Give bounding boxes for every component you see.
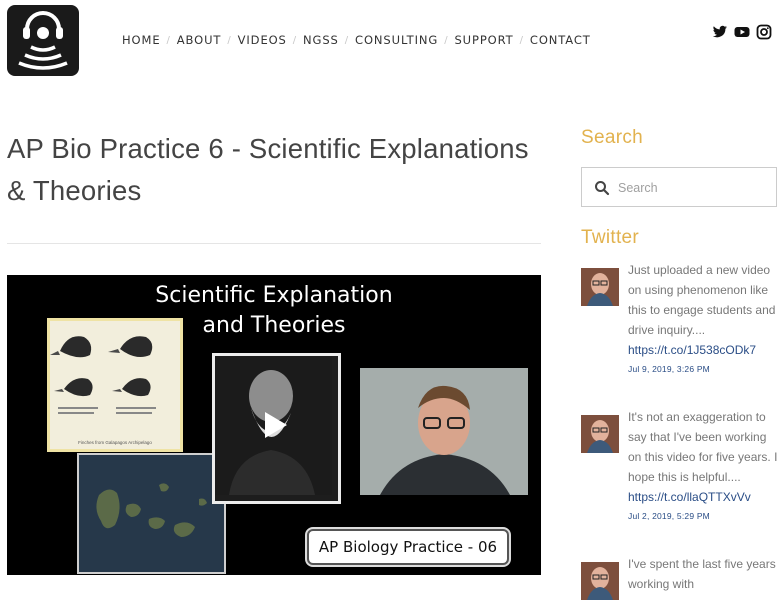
nav-separator: / bbox=[444, 34, 449, 46]
main-nav: HOME / ABOUT / VIDEOS / NGSS / CONSULTIN… bbox=[122, 33, 591, 47]
islands-map-image bbox=[79, 455, 224, 572]
nav-consulting[interactable]: CONSULTING bbox=[355, 33, 438, 47]
search-heading: Search bbox=[581, 127, 644, 148]
finch-heads-image bbox=[50, 336, 156, 414]
video-title-line-1: Scientific Explanation bbox=[155, 283, 393, 308]
site-logo[interactable] bbox=[7, 5, 79, 76]
title-divider bbox=[7, 243, 541, 244]
avatar[interactable] bbox=[581, 415, 619, 453]
twitter-heading: Twitter bbox=[581, 227, 640, 248]
nav-separator: / bbox=[292, 34, 298, 46]
youtube-icon[interactable] bbox=[734, 24, 750, 40]
tweet-text: Just uploaded a new video on using pheno… bbox=[628, 263, 776, 337]
nav-contact[interactable]: CONTACT bbox=[530, 33, 591, 47]
tweet-link[interactable]: https://t.co/llaQTTXvVv bbox=[628, 487, 778, 507]
presenter-photo bbox=[360, 368, 528, 495]
galapagos-map bbox=[77, 453, 226, 574]
tweet-link[interactable]: https://t.co/1J538cODk7 bbox=[628, 340, 778, 360]
nav-separator: / bbox=[344, 34, 350, 46]
nav-ngss[interactable]: NGSS bbox=[303, 33, 339, 47]
headphones-signal-icon bbox=[18, 11, 68, 70]
search-field[interactable] bbox=[581, 167, 777, 207]
tweet-body: I've spent the last five years working w… bbox=[628, 554, 778, 594]
video-caption-label: AP Biology Practice - 06 bbox=[307, 529, 509, 565]
video-player[interactable]: Scientific Explanation and Theories Finc… bbox=[7, 275, 541, 575]
nav-separator: / bbox=[519, 34, 524, 46]
search-input[interactable] bbox=[616, 177, 770, 199]
avatar[interactable] bbox=[581, 562, 619, 600]
nav-separator: / bbox=[166, 34, 171, 46]
tweet-text: I've spent the last five years working w… bbox=[628, 557, 776, 591]
finch-illustration: Finches from Galapagos Archipelago bbox=[47, 318, 183, 452]
presenter-image bbox=[360, 368, 528, 495]
twitter-icon[interactable] bbox=[712, 24, 728, 40]
nav-about[interactable]: ABOUT bbox=[177, 33, 222, 47]
avatar[interactable] bbox=[581, 268, 619, 306]
search-icon bbox=[594, 180, 610, 196]
tweet-date[interactable]: Jul 2, 2019, 5:29 PM bbox=[628, 509, 778, 523]
nav-videos[interactable]: VIDEOS bbox=[238, 33, 287, 47]
page-title: AP Bio Practice 6 - Scientific Explanati… bbox=[7, 133, 529, 206]
finch-caption: Finches from Galapagos Archipelago bbox=[78, 440, 152, 445]
tweet-text: It's not an exaggeration to say that I'v… bbox=[628, 410, 778, 484]
tweet-date[interactable]: Jul 9, 2019, 3:26 PM bbox=[628, 362, 778, 376]
nav-separator: / bbox=[227, 34, 232, 46]
social-links bbox=[712, 24, 772, 40]
instagram-icon[interactable] bbox=[756, 24, 772, 40]
play-icon[interactable] bbox=[261, 410, 291, 445]
tweet-body: It's not an exaggeration to say that I'v… bbox=[628, 407, 778, 523]
nav-home[interactable]: HOME bbox=[122, 33, 161, 47]
nav-support[interactable]: SUPPORT bbox=[454, 33, 513, 47]
tweet-body: Just uploaded a new video on using pheno… bbox=[628, 260, 778, 376]
